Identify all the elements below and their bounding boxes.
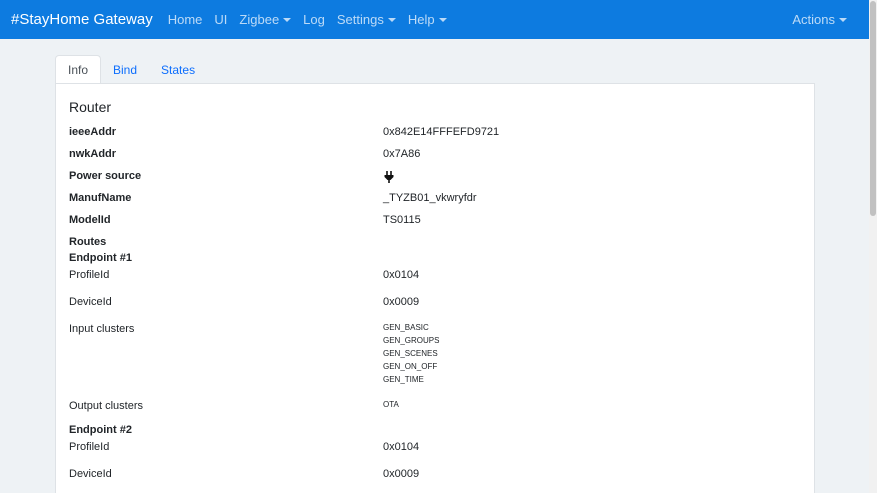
nav-ui[interactable]: UI — [214, 12, 227, 27]
ieee-addr-value: 0x842E14FFFEFD9721 — [383, 126, 500, 138]
endpoint-1-profile-value: 0x0104 — [383, 269, 420, 281]
manuf-name-value: _TYZB01_vkwryfdr — [383, 192, 477, 204]
endpoint-1-device-label: DeviceId — [69, 296, 112, 308]
device-type-title: Router — [69, 99, 112, 115]
nav-help-label: Help — [407, 12, 435, 27]
endpoint-2-title: Endpoint #2 — [69, 424, 132, 436]
manuf-name-label: ManufName — [69, 192, 132, 204]
input-cluster-item: GEN_BASIC — [383, 323, 429, 332]
nav-home[interactable]: Home — [168, 12, 203, 27]
nwk-addr-value: 0x7A86 — [383, 148, 421, 160]
tab-states[interactable]: States — [149, 55, 207, 84]
nav-log[interactable]: Log — [303, 12, 325, 27]
endpoint-1-profile-label: ProfileId — [69, 269, 110, 281]
endpoint-2-device-value: 0x0009 — [383, 468, 420, 480]
device-info-card: Router ieeeAddr 0x842E14FFFEFD9721 nwkAd… — [55, 83, 815, 493]
endpoint-2-device-label: DeviceId — [69, 468, 112, 480]
endpoint-1-device-value: 0x0009 — [383, 296, 420, 308]
input-cluster-item: GEN_TIME — [383, 375, 424, 384]
endpoint-1-title: Endpoint #1 — [69, 252, 132, 264]
power-source-label: Power source — [69, 170, 142, 182]
nav-zigbee-label: Zigbee — [239, 12, 280, 27]
tab-info[interactable]: Info — [55, 55, 102, 84]
ieee-addr-label: ieeeAddr — [69, 126, 117, 138]
nwk-addr-label: nwkAddr — [69, 148, 117, 160]
top-navbar: #StayHome Gateway Home UI Zigbee Log Set… — [0, 0, 869, 39]
endpoint-1-output-clusters-label: Output clusters — [69, 400, 143, 412]
input-cluster-item: GEN_ON_OFF — [383, 362, 438, 371]
scrollbar-thumb[interactable] — [870, 1, 876, 216]
nav-log-label: Log — [303, 12, 325, 27]
brand-link[interactable]: #StayHome Gateway — [11, 11, 153, 28]
caret-down-icon — [438, 17, 447, 22]
model-id-label: ModelId — [69, 214, 111, 226]
nav-settings-label: Settings — [336, 12, 384, 27]
tab-bind[interactable]: Bind — [101, 55, 149, 84]
endpoint-2-profile-label: ProfileId — [69, 441, 110, 453]
output-cluster-item: OTA — [383, 400, 399, 409]
endpoint-2-profile-value: 0x0104 — [383, 441, 420, 453]
actions-dropdown[interactable]: Actions — [792, 12, 847, 27]
nav-home-label: Home — [167, 12, 203, 27]
routes-label: Routes — [69, 236, 107, 248]
nav-zigbee-dropdown[interactable]: Zigbee — [239, 12, 292, 27]
nav-help-dropdown[interactable]: Help — [408, 12, 447, 27]
input-cluster-item: GEN_GROUPS — [383, 336, 440, 345]
device-tabs: Info Bind States — [55, 55, 207, 84]
plug-icon — [384, 170, 394, 188]
caret-down-icon — [839, 17, 847, 22]
endpoint-1-input-clusters-label: Input clusters — [69, 323, 135, 335]
model-id-value: TS0115 — [383, 214, 421, 226]
nav-settings-dropdown[interactable]: Settings — [337, 12, 396, 27]
vertical-scrollbar[interactable] — [869, 0, 877, 493]
actions-label: Actions — [792, 12, 835, 27]
input-cluster-item: GEN_SCENES — [383, 349, 438, 358]
caret-down-icon — [283, 17, 292, 22]
caret-down-icon — [387, 17, 396, 22]
nav-ui-label: UI — [214, 12, 228, 27]
